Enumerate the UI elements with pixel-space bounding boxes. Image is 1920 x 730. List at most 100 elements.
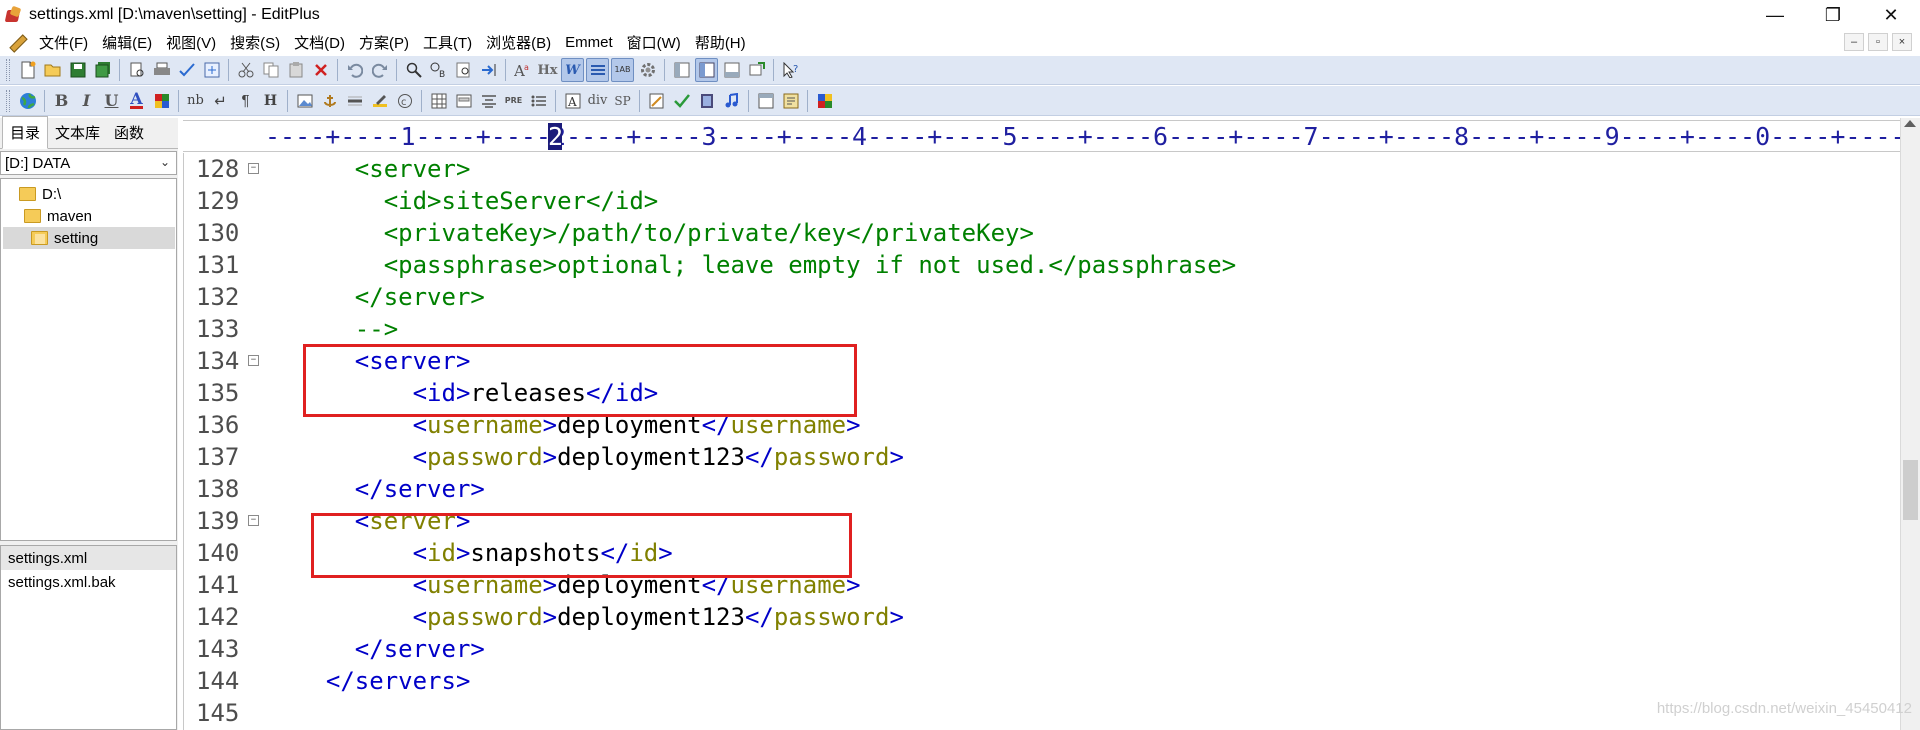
- font-icon[interactable]: Aa: [511, 58, 534, 82]
- ruler-button[interactable]: 1AB: [611, 58, 634, 82]
- spellcheck-icon[interactable]: [175, 58, 198, 82]
- form-icon[interactable]: [452, 89, 475, 113]
- menu-help[interactable]: 帮助(H): [688, 32, 753, 53]
- heading-button[interactable]: H: [259, 89, 282, 113]
- underline-button[interactable]: U: [100, 89, 123, 113]
- column-ruler[interactable]: ----+----1----+----2----+----3----+----4…: [265, 120, 1900, 152]
- bold-button[interactable]: B: [50, 89, 73, 113]
- print-icon[interactable]: [150, 58, 173, 82]
- full-screen-icon[interactable]: [745, 58, 768, 82]
- copy-icon[interactable]: [259, 58, 282, 82]
- preferences-gear-icon[interactable]: [636, 58, 659, 82]
- browser-preview-icon[interactable]: [200, 58, 223, 82]
- code-line[interactable]: 134− <server>: [184, 345, 1900, 377]
- code-line[interactable]: 139− <server>: [184, 505, 1900, 537]
- find-icon[interactable]: [402, 58, 425, 82]
- layout-icon[interactable]: [754, 89, 777, 113]
- maximize-button[interactable]: ❐: [1804, 0, 1862, 30]
- color-picker-icon[interactable]: [150, 89, 173, 113]
- nbsp-button[interactable]: nb: [184, 89, 207, 113]
- fold-toggle-icon[interactable]: −: [248, 355, 259, 366]
- vertical-scrollbar[interactable]: [1900, 118, 1920, 730]
- scroll-up-icon[interactable]: [1904, 120, 1916, 127]
- anchor-icon[interactable]: [318, 89, 341, 113]
- code-line[interactable]: 144 </servers>: [184, 665, 1900, 697]
- italic-button[interactable]: I: [75, 89, 98, 113]
- pre-button[interactable]: PRE: [502, 89, 525, 113]
- tab-cliptext[interactable]: 文本库: [48, 117, 107, 148]
- line-number-button[interactable]: [586, 58, 609, 82]
- menu-window[interactable]: 窗口(W): [620, 32, 688, 53]
- new-file-icon[interactable]: [16, 58, 39, 82]
- menu-emmet[interactable]: Emmet: [558, 34, 620, 51]
- code-line[interactable]: 145: [184, 697, 1900, 729]
- menu-view[interactable]: 视图(V): [159, 32, 223, 53]
- code-editor[interactable]: 128− <server> 129 <id>siteServer</id> 130 …: [183, 153, 1900, 730]
- tab-functions[interactable]: 函数: [107, 117, 151, 148]
- tree-item-d-drive[interactable]: D:\: [19, 183, 61, 205]
- menu-file[interactable]: 文件(F): [32, 32, 95, 53]
- media-icon[interactable]: [695, 89, 718, 113]
- code-line[interactable]: 130 <privateKey>/path/to/private/key</pr…: [184, 217, 1900, 249]
- code-line[interactable]: 129 <id>siteServer</id>: [184, 185, 1900, 217]
- fold-toggle-icon[interactable]: −: [248, 515, 259, 526]
- undo-icon[interactable]: [343, 58, 366, 82]
- menu-document[interactable]: 文档(D): [287, 32, 352, 53]
- edit-pencil-icon[interactable]: [368, 89, 391, 113]
- save-icon[interactable]: [66, 58, 89, 82]
- menu-edit[interactable]: 编辑(E): [95, 32, 159, 53]
- menu-project[interactable]: 方案(P): [352, 32, 416, 53]
- color-palette-icon[interactable]: [813, 89, 836, 113]
- close-button[interactable]: ✕: [1862, 0, 1920, 30]
- code-line[interactable]: 140 <id>snapshots</id>: [184, 537, 1900, 569]
- redo-icon[interactable]: [368, 58, 391, 82]
- cliptext-window-icon[interactable]: [695, 58, 718, 82]
- directory-window-icon[interactable]: [670, 58, 693, 82]
- hex-view-button[interactable]: Hx: [536, 58, 559, 82]
- goto-line-icon[interactable]: [477, 58, 500, 82]
- paragraph-button[interactable]: ¶: [234, 89, 257, 113]
- code-line[interactable]: 141 <username>deployment</username>: [184, 569, 1900, 601]
- font-color-button[interactable]: A: [125, 89, 148, 113]
- center-icon[interactable]: [477, 89, 500, 113]
- table-icon[interactable]: [427, 89, 450, 113]
- code-line[interactable]: 136 <username>deployment</username>: [184, 409, 1900, 441]
- doc-minimize-button[interactable]: –: [1844, 33, 1864, 51]
- output-window-icon[interactable]: [720, 58, 743, 82]
- file-item[interactable]: settings.xml: [1, 546, 176, 570]
- horizontal-rule-icon[interactable]: [343, 89, 366, 113]
- word-wrap-button[interactable]: W: [561, 58, 584, 82]
- help-icon[interactable]: ?: [779, 58, 802, 82]
- code-line[interactable]: 128− <server>: [184, 153, 1900, 185]
- code-line[interactable]: 133 -->: [184, 313, 1900, 345]
- fold-toggle-icon[interactable]: −: [248, 163, 259, 174]
- toolbox-icon[interactable]: [779, 89, 802, 113]
- replace-icon[interactable]: B: [427, 58, 450, 82]
- code-line[interactable]: 142 <password>deployment123</password>: [184, 601, 1900, 633]
- minimize-button[interactable]: —: [1746, 0, 1804, 30]
- code-line[interactable]: 135 <id>releases</id>: [184, 377, 1900, 409]
- menu-search[interactable]: 搜索(S): [223, 32, 287, 53]
- toolbar-grip[interactable]: [6, 59, 10, 81]
- div-button[interactable]: div: [586, 89, 609, 113]
- tree-item-maven[interactable]: maven: [24, 205, 92, 227]
- menu-tools[interactable]: 工具(T): [416, 32, 479, 53]
- image-icon[interactable]: [293, 89, 316, 113]
- delete-icon[interactable]: [309, 58, 332, 82]
- code-line[interactable]: 132 </server>: [184, 281, 1900, 313]
- list-icon[interactable]: [527, 89, 550, 113]
- font-tag-icon[interactable]: A: [561, 89, 584, 113]
- line-break-button[interactable]: ↵: [209, 89, 232, 113]
- doc-restore-button[interactable]: ▫: [1868, 33, 1888, 51]
- code-line[interactable]: 138 </server>: [184, 473, 1900, 505]
- menu-browser[interactable]: 浏览器(B): [479, 32, 558, 53]
- tree-item-setting[interactable]: setting: [3, 227, 175, 249]
- span-button[interactable]: SP: [611, 89, 634, 113]
- scrollbar-thumb[interactable]: [1903, 460, 1918, 520]
- code-line[interactable]: 143 </server>: [184, 633, 1900, 665]
- globe-icon[interactable]: [16, 89, 39, 113]
- copyright-icon[interactable]: c: [393, 89, 416, 113]
- toolbar-grip[interactable]: [6, 89, 10, 112]
- code-line[interactable]: 131 <passphrase>optional; leave empty if…: [184, 249, 1900, 281]
- cut-icon[interactable]: [234, 58, 257, 82]
